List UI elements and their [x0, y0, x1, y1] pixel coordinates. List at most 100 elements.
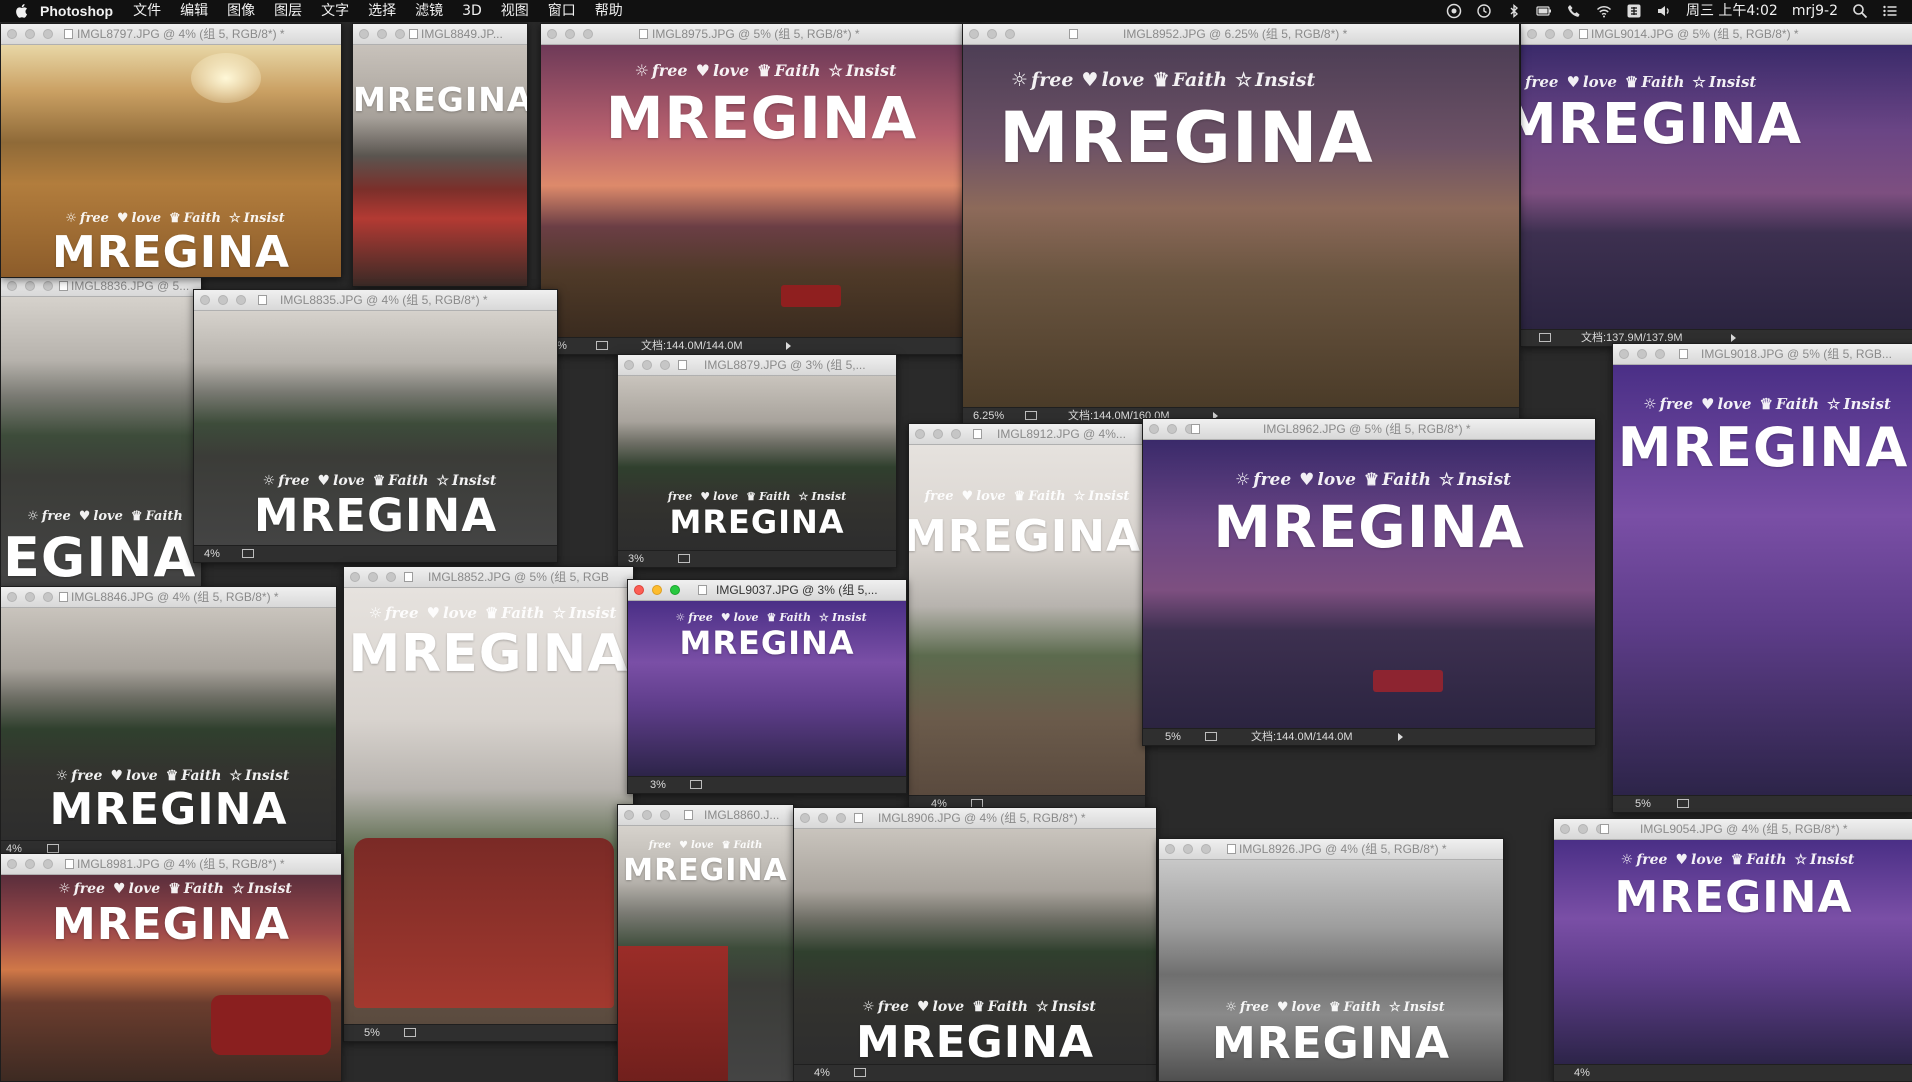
photo-canvas[interactable]: ☼ free ♥ love ♛ Faith ☆ Insist MREGINA	[963, 45, 1519, 408]
minimize-button[interactable]	[933, 429, 943, 439]
export-icon[interactable]	[690, 780, 702, 789]
document-window[interactable]: IMGL8981.JPG @ 4% (组 5, RGB/8*) * ☼ free ♥…	[0, 853, 342, 1082]
close-button[interactable]	[634, 585, 644, 595]
menu-file[interactable]: 文件	[133, 0, 161, 22]
window-titlebar[interactable]: IMGL8797.JPG @ 4% (组 5, RGB/8*) *	[1, 24, 341, 45]
menubar-user[interactable]: mrj9-2	[1792, 0, 1838, 22]
photo-canvas[interactable]: ☼ free ♥ love ♛ Faith ☆ Insist MREGINA	[794, 829, 1156, 1065]
zoom-button[interactable]	[836, 813, 846, 823]
photo-canvas[interactable]: free ♥ love ♛ Faith ☆ Insist MREGINA	[1521, 45, 1912, 330]
menu-type[interactable]: 文字	[321, 0, 349, 22]
window-titlebar[interactable]: IMGL8849.JP...	[353, 24, 527, 45]
document-window[interactable]: IMGL8836.JPG @ 5... ☼free♥love♛Faith MRE…	[0, 275, 202, 587]
close-button[interactable]	[350, 572, 360, 582]
time-machine-icon[interactable]	[1476, 3, 1492, 19]
zoom-button[interactable]	[395, 29, 405, 39]
status-menu-arrow-icon[interactable]	[786, 342, 791, 350]
document-window[interactable]: IMGL9014.JPG @ 5% (组 5, RGB/8*) * free ♥ l…	[1520, 23, 1912, 347]
document-window[interactable]: IMGL8849.JP... MREGINA	[352, 23, 528, 287]
export-icon[interactable]	[242, 549, 254, 558]
close-button[interactable]	[1165, 844, 1175, 854]
document-window[interactable]: IMGL8846.JPG @ 4% (组 5, RGB/8*) * ☼ free ♥…	[0, 586, 337, 858]
minimize-button[interactable]	[25, 29, 35, 39]
photo-canvas[interactable]: ☼ free ♥ love ♛ Faith ☆ Insist MREGINA	[1, 875, 341, 1081]
close-button[interactable]	[7, 281, 17, 291]
close-button[interactable]	[547, 29, 557, 39]
minimize-button[interactable]	[218, 295, 228, 305]
minimize-button[interactable]	[25, 859, 35, 869]
zoom-button[interactable]	[1563, 29, 1573, 39]
window-titlebar[interactable]: IMGL8852.JPG @ 5% (组 5, RGB	[344, 567, 633, 588]
export-icon[interactable]	[1539, 333, 1551, 342]
export-icon[interactable]	[1205, 732, 1217, 741]
document-window[interactable]: IMGL9018.JPG @ 5% (组 5, RGB... ☼ free ♥ lov…	[1612, 343, 1912, 813]
export-icon[interactable]	[596, 341, 608, 350]
close-button[interactable]	[624, 810, 634, 820]
photo-canvas[interactable]: ☼ free ♥ love ♛ Faith ☆ Insist MREGINA	[1143, 440, 1595, 729]
minimize-button[interactable]	[1637, 349, 1647, 359]
zoom-button[interactable]	[1655, 349, 1665, 359]
notification-center-icon[interactable]	[1882, 3, 1898, 19]
window-titlebar[interactable]: IMGL9018.JPG @ 5% (组 5, RGB...	[1613, 344, 1912, 365]
photo-canvas[interactable]: free ♥ love ♛ Faith MREGINA	[618, 826, 793, 1081]
zoom-level[interactable]: 6.25%	[973, 408, 1004, 424]
menu-image[interactable]: 图像	[227, 0, 255, 22]
window-titlebar[interactable]: IMGL9054.JPG @ 4% (组 5, RGB/8*) *	[1554, 819, 1912, 840]
minimize-button[interactable]	[1167, 424, 1177, 434]
document-window[interactable]: IMGL8835.JPG @ 4% (组 5, RGB/8*) * ☼ free ♥…	[193, 289, 558, 563]
export-icon[interactable]	[1677, 799, 1689, 808]
close-button[interactable]	[200, 295, 210, 305]
photo-canvas[interactable]: free ♥ love ♛ Faith ☆ Insist MREGINA	[618, 376, 896, 551]
window-titlebar[interactable]: IMGL8835.JPG @ 4% (组 5, RGB/8*) *	[194, 290, 557, 311]
zoom-button[interactable]	[1201, 844, 1211, 854]
status-menu-arrow-icon[interactable]	[1731, 334, 1736, 342]
document-window[interactable]: IMGL9054.JPG @ 4% (组 5, RGB/8*) * ☼ free ♥…	[1553, 818, 1912, 1082]
window-titlebar[interactable]: IMGL8860.J...	[618, 805, 793, 826]
menu-filter[interactable]: 滤镜	[415, 0, 443, 22]
bluetooth-icon[interactable]	[1506, 3, 1522, 19]
minimize-button[interactable]	[565, 29, 575, 39]
document-window[interactable]: IMGL8852.JPG @ 5% (组 5, RGB ☼ free ♥ love ♛ F…	[343, 566, 634, 1042]
photo-canvas[interactable]: ☼ free ♥ love ♛ Faith ☆ Insist MREGINA	[541, 45, 982, 338]
app-menu-photoshop[interactable]: Photoshop	[40, 0, 113, 22]
document-window[interactable]: IMGL8962.JPG @ 5% (组 5, RGB/8*) * ☼ free ♥…	[1142, 418, 1596, 746]
document-window[interactable]: IMGL8906.JPG @ 4% (组 5, RGB/8*) * ☼ free ♥…	[793, 807, 1157, 1082]
document-window[interactable]: IMGL8952.JPG @ 6.25% (组 5, RGB/8*) * ☼ fr…	[962, 23, 1520, 425]
document-window[interactable]: IMGL8860.J... free ♥ love ♛ Faith MREGINA	[617, 804, 794, 1082]
volume-icon[interactable]	[1656, 3, 1672, 19]
close-button[interactable]	[7, 29, 17, 39]
close-button[interactable]	[1560, 824, 1570, 834]
export-icon[interactable]	[404, 1028, 416, 1037]
zoom-button[interactable]	[660, 810, 670, 820]
zoom-button[interactable]	[43, 859, 53, 869]
zoom-button[interactable]	[43, 592, 53, 602]
close-button[interactable]	[7, 859, 17, 869]
close-button[interactable]	[800, 813, 810, 823]
minimize-button[interactable]	[25, 592, 35, 602]
menu-help[interactable]: 帮助	[595, 0, 623, 22]
photo-canvas[interactable]: ☼ free ♥ love ♛ Faith ☆ Insist MREGINA	[1, 608, 336, 841]
zoom-button[interactable]	[43, 29, 53, 39]
window-titlebar[interactable]: IMGL8926.JPG @ 4% (组 5, RGB/8*) *	[1159, 839, 1503, 860]
minimize-button[interactable]	[818, 813, 828, 823]
minimize-button[interactable]	[25, 281, 35, 291]
zoom-button[interactable]	[670, 585, 680, 595]
window-titlebar[interactable]: IMGL8906.JPG @ 4% (组 5, RGB/8*) *	[794, 808, 1156, 829]
apple-icon[interactable]	[14, 3, 28, 19]
document-window[interactable]: IMGL9037.JPG @ 3% (组 5,... ☼ free ♥ love ♛ Fa…	[627, 579, 907, 794]
photo-canvas[interactable]: ☼free♥love♛Faith MREGINA	[1, 297, 201, 586]
zoom-level[interactable]: 5%	[364, 1025, 380, 1041]
menu-3d[interactable]: 3D	[462, 0, 482, 22]
minimize-button[interactable]	[368, 572, 378, 582]
close-button[interactable]	[969, 29, 979, 39]
window-titlebar[interactable]: IMGL9037.JPG @ 3% (组 5,...	[628, 580, 906, 601]
window-titlebar[interactable]: IMGL8952.JPG @ 6.25% (组 5, RGB/8*) *	[963, 24, 1519, 45]
photo-canvas[interactable]: MREGINA	[353, 45, 527, 286]
photo-canvas[interactable]: ☼ free ♥ love ♛ Faith ☆ Insist MREGINA	[628, 601, 906, 777]
window-titlebar[interactable]: IMGL9014.JPG @ 5% (组 5, RGB/8*) *	[1521, 24, 1912, 45]
zoom-button[interactable]	[951, 429, 961, 439]
photo-canvas[interactable]: ☼ free ♥ love ♛ Faith ☆ Insist MREGINA	[1613, 365, 1912, 796]
minimize-button[interactable]	[987, 29, 997, 39]
zoom-level[interactable]: 3%	[628, 551, 644, 567]
minimize-button[interactable]	[1183, 844, 1193, 854]
